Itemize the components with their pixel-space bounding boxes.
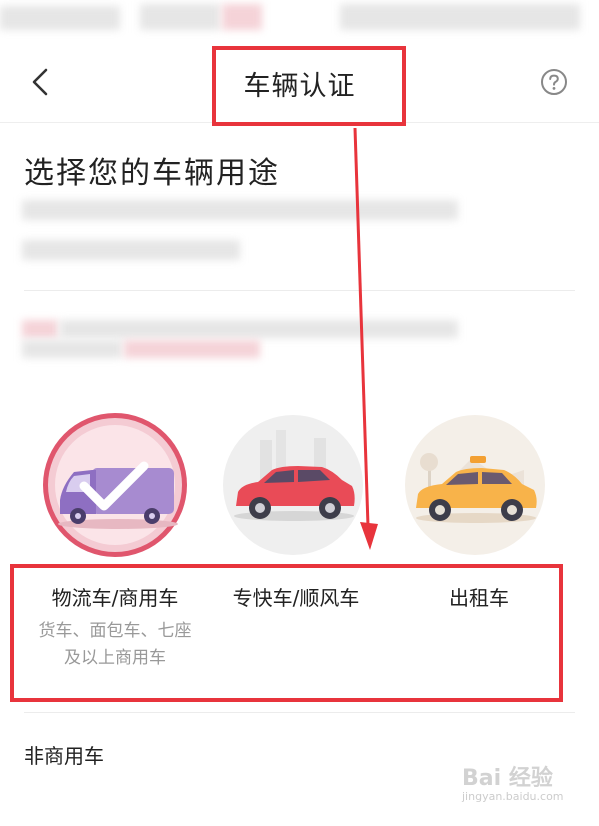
divider: [24, 290, 575, 291]
watermark-text: Bai 经验: [462, 766, 553, 791]
vehicle-option-commercial[interactable]: [40, 410, 190, 560]
vehicle-option-ride-hailing[interactable]: [218, 410, 368, 560]
question-circle-icon: [541, 69, 567, 95]
title-highlight-box: [212, 46, 406, 126]
status-bar: [0, 0, 599, 42]
divider: [24, 712, 575, 713]
section-title: 选择您的车辆用途: [24, 156, 280, 191]
watermark: Bai 经验 jingyan.baidu.com: [462, 758, 580, 810]
non-commercial-section-title: 非商用车: [24, 744, 104, 768]
options-highlight-box: [10, 564, 563, 702]
help-button[interactable]: [540, 68, 568, 96]
vehicle-option-taxi[interactable]: [400, 410, 550, 560]
watermark-subtext: jingyan.baidu.com: [462, 790, 564, 803]
